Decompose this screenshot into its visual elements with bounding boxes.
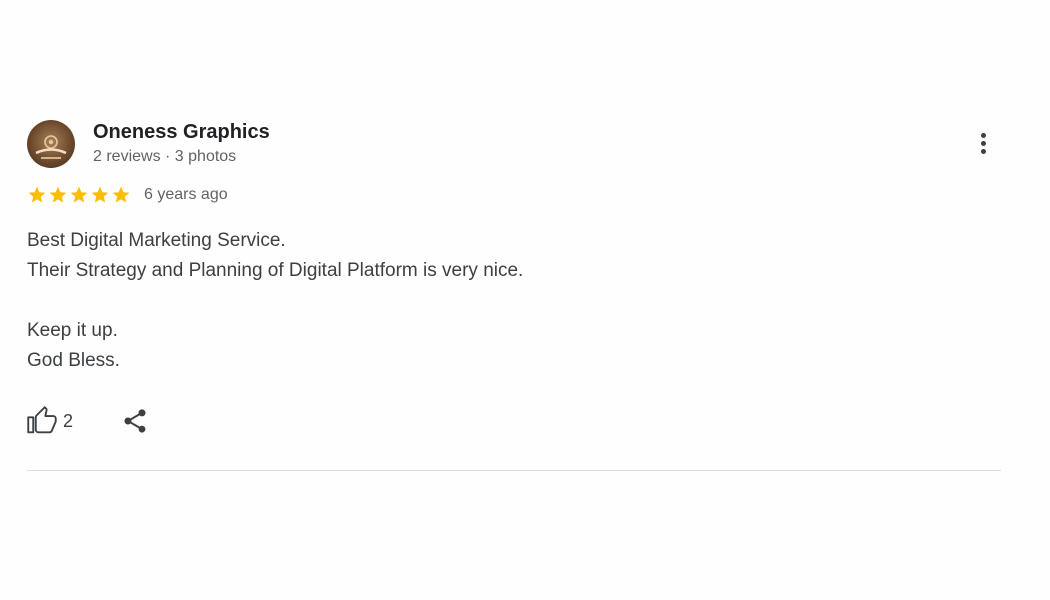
review-actions: 2 xyxy=(27,406,149,436)
avatar[interactable] xyxy=(27,120,75,168)
review-text-line: Keep it up. xyxy=(27,320,118,341)
review-header: Oneness Graphics 2 reviews · 3 photos xyxy=(27,118,1001,170)
review-text-gap xyxy=(27,286,523,316)
star-icon xyxy=(49,186,67,203)
divider xyxy=(27,470,1001,471)
star-icon xyxy=(28,186,46,203)
more-vert-icon-dot xyxy=(980,148,986,154)
star-icon xyxy=(70,186,88,203)
author-name[interactable]: Oneness Graphics xyxy=(93,120,270,144)
oneness-logo-icon xyxy=(35,135,67,159)
author-meta: 2 reviews · 3 photos xyxy=(93,148,237,165)
author-info: Oneness Graphics 2 reviews · 3 photos xyxy=(93,120,270,168)
more-options-button[interactable] xyxy=(971,128,995,158)
review-card: Oneness Graphics 2 reviews · 3 photos 6 … xyxy=(27,118,1001,434)
review-text-line: God Bless. xyxy=(27,350,120,371)
share-icon xyxy=(124,409,146,433)
star-icon xyxy=(91,186,109,203)
star-rating xyxy=(27,185,131,205)
review-time: 6 years ago xyxy=(144,186,228,203)
more-vert-icon-dot xyxy=(980,132,986,138)
review-text-line: Best Digital Marketing Service. xyxy=(27,230,286,251)
share-button[interactable] xyxy=(121,407,149,435)
like-count: 2 xyxy=(63,410,74,431)
more-vert-icon-dot xyxy=(980,140,986,146)
review-text: Best Digital Marketing Service. Their Str… xyxy=(27,226,523,376)
star-icon xyxy=(112,186,130,203)
review-text-line: Their Strategy and Planning of Digital P… xyxy=(27,260,524,281)
thumbs-up-icon xyxy=(27,406,57,434)
rating-row: 6 years ago xyxy=(27,185,228,205)
like-button[interactable]: 2 xyxy=(27,406,73,436)
